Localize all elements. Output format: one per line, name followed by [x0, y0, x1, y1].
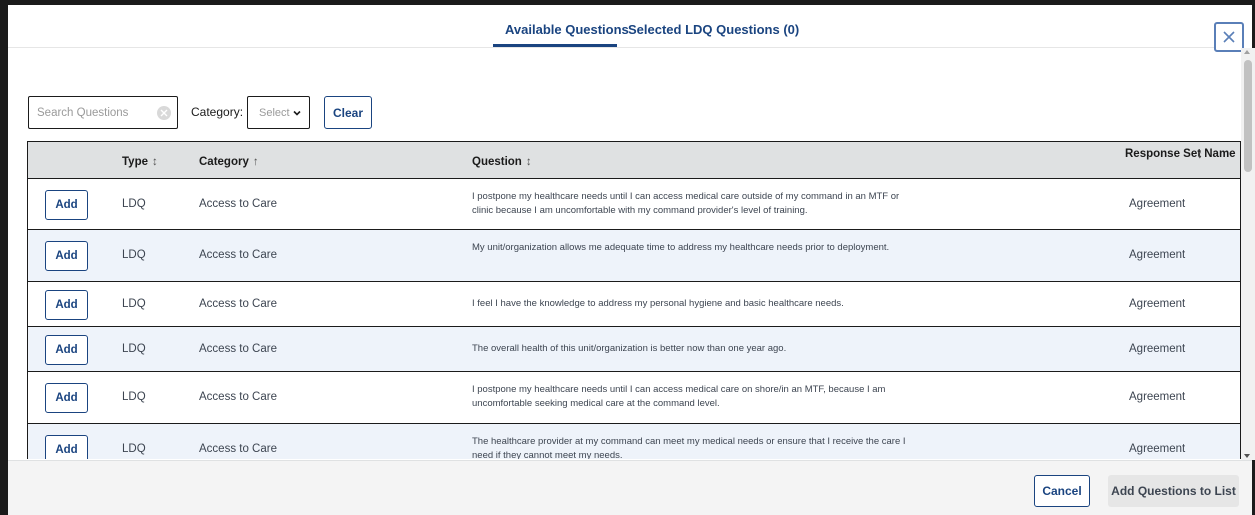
- cell-category: Access to Care: [199, 443, 277, 455]
- table-header: Type ↕ Category ↑ Question ↕ Response Set N…: [27, 141, 1241, 179]
- cell-response-set: Agreement: [1129, 249, 1186, 261]
- cell-response-set: Agreement: [1129, 391, 1186, 403]
- close-button[interactable]: [1214, 22, 1244, 52]
- add-question-button[interactable]: Add: [45, 383, 88, 413]
- cell-response-set: Agreement: [1129, 197, 1186, 210]
- table-body: Add LDQ Access to Care I postpone my health…: [27, 179, 1241, 459]
- chevron-down-icon: [293, 110, 301, 116]
- category-select[interactable]: Select: [247, 96, 310, 129]
- close-icon: [1223, 31, 1235, 43]
- clear-button[interactable]: Clear: [324, 96, 372, 129]
- cell-type: LDQ: [122, 443, 146, 455]
- vertical-scrollbar[interactable]: [1241, 48, 1255, 460]
- column-header-question[interactable]: Question ↕: [472, 156, 532, 168]
- cell-question: I postpone my healthcare needs until I c…: [472, 190, 900, 216]
- add-question-button[interactable]: Add: [45, 241, 88, 271]
- cell-question: My unit/organization allows me adequate …: [472, 242, 890, 253]
- scroll-down-arrow-icon[interactable]: [1244, 454, 1250, 458]
- sort-icon: ↕: [1197, 149, 1203, 161]
- cell-category: Access to Care: [199, 197, 277, 210]
- cell-response-set: Agreement: [1129, 297, 1186, 310]
- modal-footer: Cancel Add Questions to List: [8, 460, 1252, 515]
- table-row: Add LDQ Access to Care My unit/organization…: [27, 230, 1241, 282]
- sort-icon: ↕: [152, 156, 158, 168]
- column-header-question-label: Question: [472, 156, 522, 168]
- search-input[interactable]: [37, 104, 147, 122]
- cell-question: The overall health of this unit/organiza…: [472, 342, 787, 354]
- search-field: [28, 96, 178, 129]
- frame-border-left: [0, 0, 8, 515]
- filter-bar: Category: Select Clear: [0, 96, 1255, 129]
- add-questions-to-list-button[interactable]: Add Questions to List: [1108, 475, 1239, 507]
- add-question-button[interactable]: Add: [45, 289, 88, 320]
- cell-question: I feel I have the knowledge to address m…: [472, 297, 844, 309]
- table-row: Add LDQ Access to Care The healthcare provi…: [27, 424, 1241, 459]
- header-divider: [8, 47, 1240, 48]
- add-question-button[interactable]: Add: [45, 189, 88, 220]
- column-header-category-label: Category: [199, 156, 249, 168]
- tab-selected-ldq-questions[interactable]: Selected LDQ Questions (0): [628, 22, 799, 37]
- column-header-type[interactable]: Type ↕: [122, 156, 158, 168]
- cell-category: Access to Care: [199, 249, 277, 261]
- table-row: Add LDQ Access to Care The overall health o…: [27, 327, 1241, 372]
- cell-type: LDQ: [122, 197, 146, 210]
- cell-type: LDQ: [122, 342, 146, 355]
- category-select-value: Select: [259, 107, 290, 119]
- scroll-up-arrow-icon[interactable]: [1244, 50, 1250, 54]
- frame-border-top: [0, 0, 1255, 5]
- cell-response-set: Agreement: [1129, 342, 1186, 355]
- category-label: Category:: [191, 105, 244, 119]
- column-header-type-label: Type: [122, 156, 148, 168]
- tab-available-questions[interactable]: Available Questions: [505, 22, 629, 37]
- questions-table: Type ↕ Category ↑ Question ↕ Response Set N…: [27, 141, 1241, 459]
- cell-type: LDQ: [122, 297, 146, 310]
- table-row: Add LDQ Access to Care I postpone my health…: [27, 179, 1241, 230]
- tab-bar: Available Questions Selected LDQ Questio…: [0, 17, 1255, 47]
- cell-response-set: Agreement: [1129, 443, 1186, 455]
- add-question-button[interactable]: Add: [45, 334, 88, 365]
- cell-question: The healthcare provider at my command ca…: [472, 436, 906, 459]
- scrollbar-thumb[interactable]: [1244, 60, 1252, 172]
- table-row: Add LDQ Access to Care I feel I have the kn…: [27, 282, 1241, 327]
- clear-search-icon[interactable]: [157, 106, 171, 120]
- cell-type: LDQ: [122, 391, 146, 403]
- cell-question: I postpone my healthcare needs until I c…: [472, 384, 886, 409]
- table-row: Add LDQ Access to Care I postpone my health…: [27, 372, 1241, 424]
- cell-category: Access to Care: [199, 297, 277, 310]
- add-question-button[interactable]: Add: [45, 435, 88, 459]
- cell-category: Access to Care: [199, 391, 277, 403]
- column-header-category[interactable]: Category ↑: [199, 156, 259, 168]
- cell-type: LDQ: [122, 249, 146, 261]
- column-header-response-set[interactable]: Response Set Name: [1125, 147, 1236, 161]
- sort-ascending-icon: ↑: [252, 156, 259, 168]
- cell-category: Access to Care: [199, 342, 277, 355]
- sort-icon: ↕: [525, 156, 532, 168]
- cancel-button[interactable]: Cancel: [1034, 475, 1090, 507]
